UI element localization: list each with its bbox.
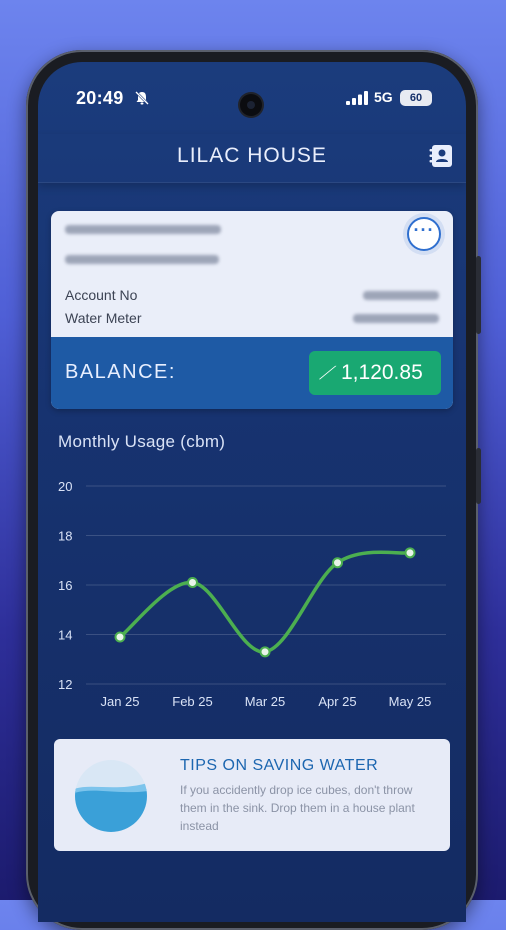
app-header: LILAC HOUSE	[38, 134, 466, 183]
balance-amount: 1,120.85	[341, 361, 423, 384]
account-no-value-redacted	[363, 291, 439, 300]
muted-bell-icon	[134, 90, 150, 111]
account-card[interactable]: ··· Account No Water Meter BALANCE: ⟋ 1,…	[51, 211, 453, 409]
water-meter-label: Water Meter	[65, 310, 142, 326]
more-options-button[interactable]: ···	[407, 217, 441, 251]
x-tick-label: May 25	[389, 694, 432, 709]
account-no-label: Account No	[65, 287, 138, 303]
front-camera	[240, 94, 262, 116]
balance-amount-badge: ⟋ 1,120.85	[309, 351, 441, 395]
volume-button	[476, 256, 481, 334]
data-point	[404, 547, 416, 559]
data-point	[332, 557, 343, 569]
contacts-book-icon[interactable]	[428, 142, 458, 172]
data-point	[259, 646, 271, 658]
network-type: 5G	[374, 89, 393, 105]
tips-card[interactable]: TIPS ON SAVING WATER If you accidently d…	[54, 739, 450, 851]
water-meter-value-redacted	[353, 314, 439, 323]
data-point	[114, 631, 126, 643]
y-tick-label: 20	[58, 479, 72, 494]
currency-icon: ⟋	[317, 363, 338, 383]
battery-icon: 60	[400, 90, 432, 106]
power-button	[476, 448, 481, 504]
data-point	[187, 577, 198, 589]
chart-title: Monthly Usage (cbm)	[58, 432, 226, 451]
x-tick-label: Jan 25	[100, 694, 139, 709]
page-title: LILAC HOUSE	[177, 144, 327, 167]
app-screen: 20:49 5G 60 LILAC HOUSE ··· Account No W…	[38, 62, 466, 922]
tips-text: If you accidently drop ice cubes, don't …	[180, 783, 415, 833]
account-address-redacted	[65, 255, 219, 264]
y-tick-label: 12	[58, 677, 72, 692]
monthly-usage-chart: 12 14 16 18 20 Jan 25 Feb 25 Mar 25 Apr 25 May 25	[58, 479, 446, 709]
balance-row: BALANCE: ⟋ 1,120.85	[51, 337, 453, 409]
y-tick-label: 18	[58, 529, 72, 544]
y-tick-label: 16	[58, 578, 72, 593]
series-line	[118, 550, 412, 654]
x-tick-label: Feb 25	[172, 694, 212, 709]
account-holder-name-redacted	[65, 225, 221, 234]
x-tick-label: Apr 25	[318, 694, 356, 709]
signal-icon	[346, 91, 368, 110]
x-tick-label: Mar 25	[245, 694, 285, 709]
more-dots-icon: ···	[413, 220, 435, 240]
y-tick-label: 14	[58, 628, 72, 643]
water-glass-icon	[75, 760, 147, 832]
tips-title: TIPS ON SAVING WATER	[180, 757, 379, 774]
balance-label: BALANCE:	[65, 361, 176, 383]
status-time: 20:49	[76, 88, 124, 108]
status-bar: 20:49 5G 60	[38, 84, 466, 116]
